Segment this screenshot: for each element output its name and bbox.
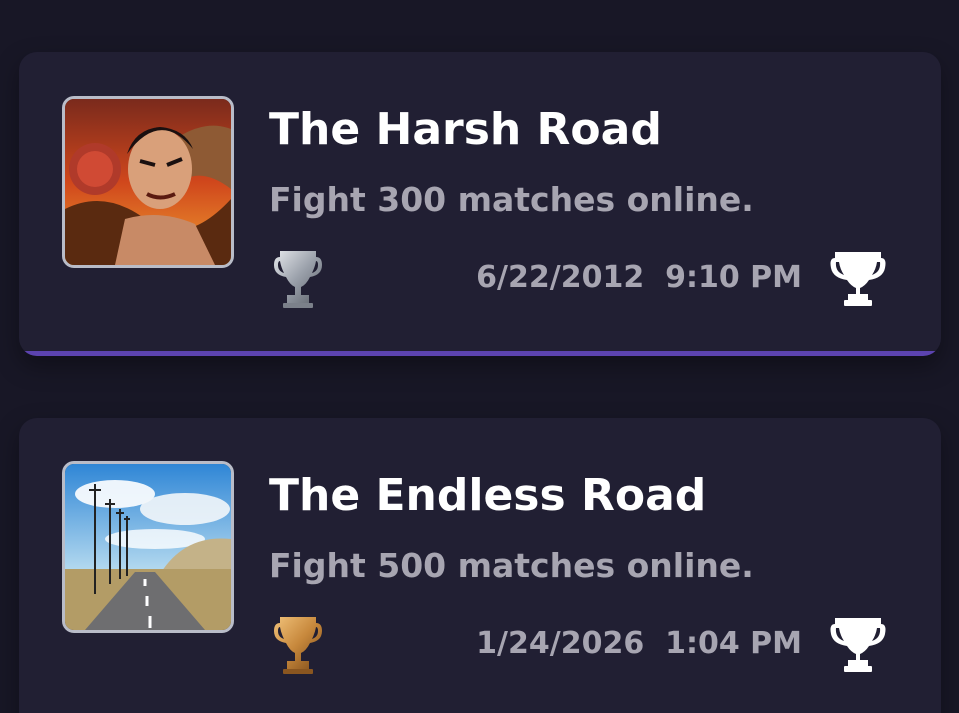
trophy-title: The Harsh Road bbox=[269, 104, 662, 155]
fighter-portrait-image bbox=[62, 96, 234, 268]
trophy-title: The Endless Road bbox=[269, 470, 707, 521]
trophy-earned-date: 1/24/2026 1:04 PM bbox=[476, 626, 802, 661]
trophy-list: The Harsh Road Fight 300 matches online.… bbox=[0, 0, 959, 713]
trophy-icon[interactable] bbox=[829, 614, 887, 674]
bronze-trophy-icon bbox=[272, 613, 324, 675]
trophy-card-endless-road[interactable]: The Endless Road Fight 500 matches onlin… bbox=[19, 418, 941, 713]
card-accent-bar bbox=[19, 351, 941, 356]
trophy-earned-date: 6/22/2012 9:10 PM bbox=[476, 260, 802, 295]
silver-trophy-icon bbox=[272, 247, 324, 309]
earned-time: 1:04 PM bbox=[665, 626, 802, 661]
earned-date: 6/22/2012 bbox=[476, 260, 645, 295]
trophy-card-harsh-road[interactable]: The Harsh Road Fight 300 matches online.… bbox=[19, 52, 941, 356]
trophy-icon[interactable] bbox=[829, 248, 887, 308]
earned-time: 9:10 PM bbox=[665, 260, 802, 295]
trophy-description: Fight 500 matches online. bbox=[269, 546, 754, 585]
earned-date: 1/24/2026 bbox=[476, 626, 645, 661]
trophy-description: Fight 300 matches online. bbox=[269, 180, 754, 219]
road-landscape-image bbox=[62, 461, 234, 633]
